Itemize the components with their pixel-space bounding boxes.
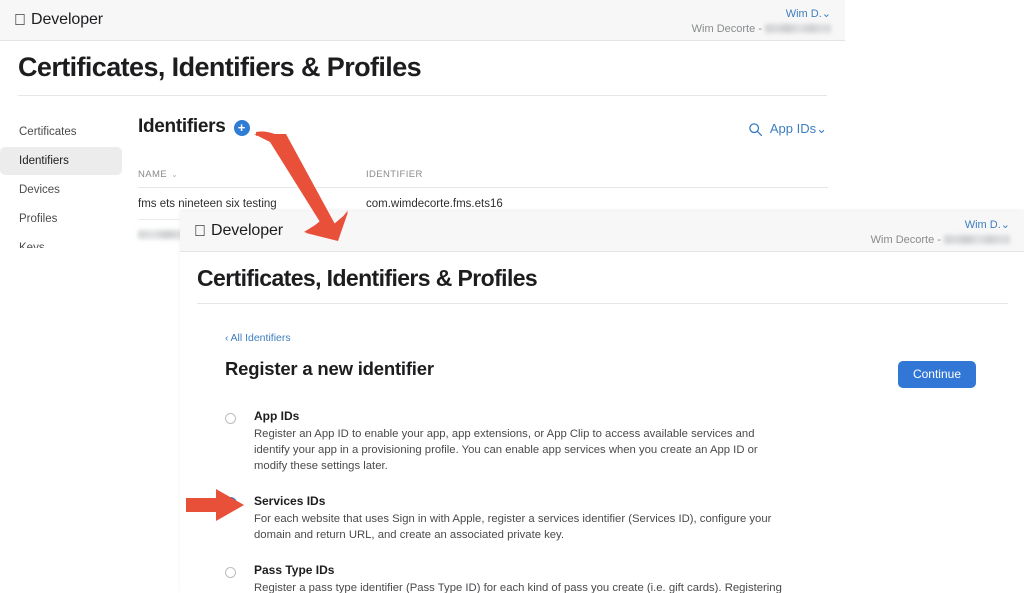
window1-title-divider xyxy=(18,95,827,96)
option-description: Register a pass type identifier (Pass Ty… xyxy=(254,582,782,593)
identifier-type-filter[interactable]: App IDs⌄ xyxy=(770,120,827,138)
option-title: Services IDs xyxy=(254,494,326,509)
option-pass-type-ids[interactable]: Pass Type IDs Register a pass type ident… xyxy=(225,563,984,593)
developer-brand[interactable]:  Developer xyxy=(0,11,103,29)
sidebar-item-label: Keys xyxy=(19,242,45,248)
sidebar-item-label: Certificates xyxy=(19,126,77,138)
column-header-name-label: NAME xyxy=(138,169,168,180)
team-prefix: Wim Decorte - xyxy=(870,234,941,246)
radio-services-ids[interactable] xyxy=(225,498,236,510)
screenshot-root:  Developer Wim D.⌄ Wim Decorte - Certif… xyxy=(0,0,1024,593)
chevron-left-icon: ‹ xyxy=(225,332,229,344)
window2-page-title: Certificates, Identifiers & Profiles xyxy=(197,265,538,291)
sidebar-item-identifiers[interactable]: Identifiers xyxy=(0,147,122,175)
add-identifier-button[interactable]: + xyxy=(233,120,250,136)
chevron-down-icon: ⌄ xyxy=(171,170,179,179)
register-heading: Register a new identifier xyxy=(225,358,434,379)
sidebar-item-devices[interactable]: Devices xyxy=(0,176,122,204)
column-header-name[interactable]: NAME ⌄ xyxy=(138,169,366,180)
identifier-type-options: App IDs Register an App ID to enable you… xyxy=(225,409,984,593)
account-name: Wim D. xyxy=(785,8,822,20)
window1-page-title: Certificates, Identifiers & Profiles xyxy=(18,52,422,82)
account-area: Wim D.⌄ Wim Decorte - xyxy=(871,214,1010,248)
window1-navbar:  Developer Wim D.⌄ Wim Decorte - xyxy=(0,0,845,41)
column-header-identifier[interactable]: IDENTIFIER xyxy=(366,169,828,180)
continue-button[interactable]: Continue xyxy=(897,361,976,388)
account-menu[interactable]: Wim D.⌄ xyxy=(692,3,831,23)
redacted-team-name xyxy=(944,235,1010,244)
search-icon[interactable] xyxy=(748,122,763,137)
option-title: Pass Type IDs xyxy=(254,563,335,578)
option-body: App IDs Register an App ID to enable you… xyxy=(254,409,984,474)
brand-label: Developer xyxy=(19,11,103,28)
team-line: Wim Decorte - xyxy=(871,234,1010,248)
register-identifier-window:  Developer Wim D.⌄ Wim Decorte - Certif… xyxy=(180,211,1024,593)
option-services-ids[interactable]: Services IDs For each website that uses … xyxy=(225,494,984,543)
identifiers-heading-group: Identifiers + xyxy=(138,116,250,138)
option-description: Register an App ID to enable your app, a… xyxy=(254,428,758,473)
apple-logo-icon:  xyxy=(194,224,206,240)
window2-navbar:  Developer Wim D.⌄ Wim Decorte - xyxy=(180,211,1024,252)
team-prefix: Wim Decorte - xyxy=(691,23,762,35)
row-identifier: com.wimdecorte.fms.ets16 xyxy=(366,197,503,210)
identifier-filter-group: App IDs⌄ xyxy=(748,120,827,138)
sidebar-item-certificates[interactable]: Certificates xyxy=(0,118,122,146)
option-body: Services IDs For each website that uses … xyxy=(254,494,984,543)
radio-pass-type-ids[interactable] xyxy=(225,567,236,579)
row-name: fms ets nineteen six testing xyxy=(138,197,277,210)
radio-app-ids[interactable] xyxy=(225,413,236,424)
sidebar: Certificates Identifiers Devices Profile… xyxy=(0,118,122,248)
filter-label: App IDs xyxy=(769,121,817,136)
identifiers-heading: Identifiers xyxy=(138,116,226,137)
option-app-ids[interactable]: App IDs Register an App ID to enable you… xyxy=(225,409,984,474)
brand-label: Developer xyxy=(199,222,283,239)
account-menu[interactable]: Wim D.⌄ xyxy=(871,214,1010,234)
redacted-team-name xyxy=(765,24,831,33)
window2-title-divider xyxy=(197,303,1008,304)
breadcrumb-label: All Identifiers xyxy=(230,332,291,344)
chevron-down-icon: ⌄ xyxy=(821,8,831,20)
chevron-down-icon: ⌄ xyxy=(816,121,827,136)
chevron-down-icon: ⌄ xyxy=(1000,219,1010,231)
option-title: App IDs xyxy=(254,409,300,423)
sidebar-item-keys[interactable]: Keys xyxy=(0,234,122,248)
sidebar-item-label: Identifiers xyxy=(19,155,69,167)
option-description: For each website that uses Sign in with … xyxy=(254,513,772,542)
account-name: Wim D. xyxy=(964,219,1001,231)
apple-logo-icon:  xyxy=(14,13,26,29)
breadcrumb[interactable]: ‹ All Identifiers xyxy=(225,332,291,344)
developer-brand[interactable]:  Developer xyxy=(180,222,283,240)
table-header-row: NAME ⌄ IDENTIFIER xyxy=(138,162,828,188)
sidebar-item-label: Profiles xyxy=(19,213,58,225)
account-area: Wim D.⌄ Wim Decorte - xyxy=(692,3,831,37)
sidebar-item-label: Devices xyxy=(19,184,60,196)
sidebar-item-profiles[interactable]: Profiles xyxy=(0,205,122,233)
option-body: Pass Type IDs Register a pass type ident… xyxy=(254,563,984,593)
team-line: Wim Decorte - xyxy=(692,23,831,37)
